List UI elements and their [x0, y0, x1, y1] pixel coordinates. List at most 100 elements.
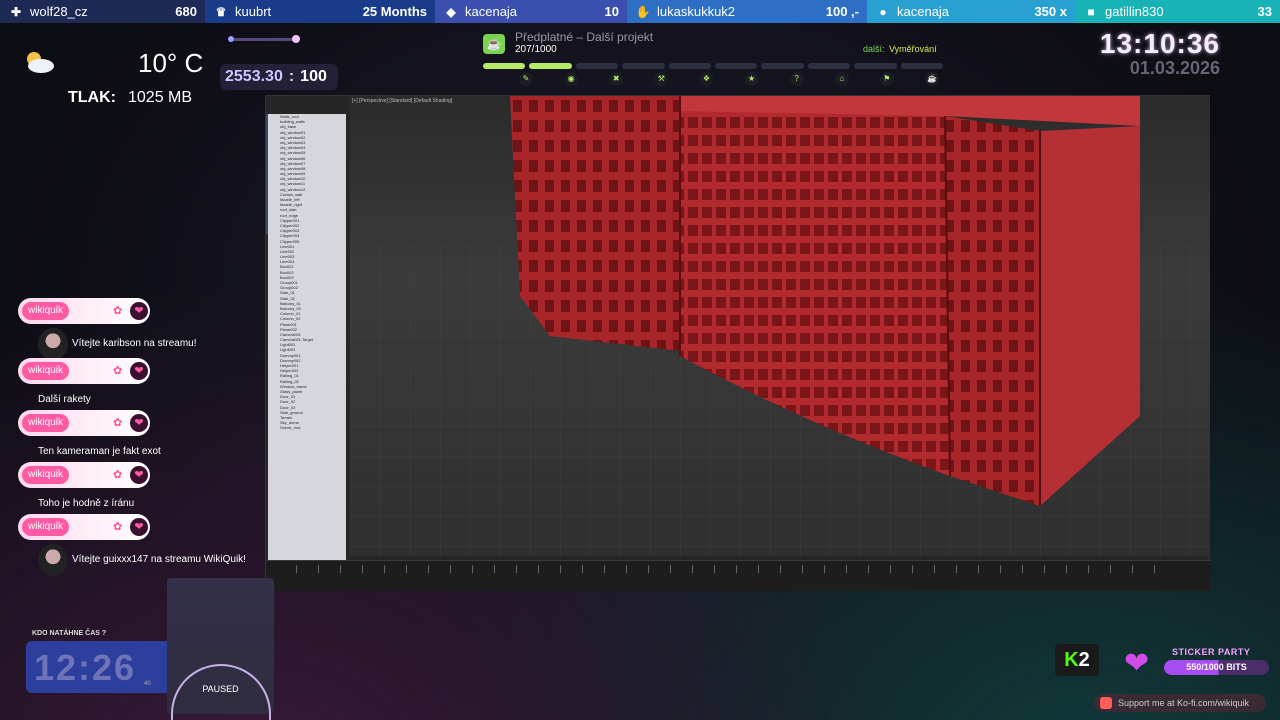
challenge-tag: 40 — [144, 681, 151, 687]
progress-segment — [807, 63, 851, 69]
kofi-text: Support me at Ko-fi.com/wikiquik — [1118, 698, 1250, 708]
project-title: Předplatné – Další projekt — [515, 30, 654, 44]
event-value: 680 — [175, 4, 197, 19]
weather-widget: 10° C TLAK: 1025 MB — [22, 46, 212, 116]
heart-icon: ❤ — [1124, 647, 1150, 680]
crown-icon: ♛ — [215, 4, 227, 19]
timeline-ticks — [296, 565, 1176, 573]
flag-icon: ⚑ — [879, 72, 894, 86]
progress-segment — [854, 63, 897, 69]
score-counter: 2553.30 : 100 — [220, 64, 338, 90]
add-user-icon: ✚ — [10, 4, 22, 19]
progress-segment — [483, 63, 526, 69]
coffee-cup-icon: ☕ — [483, 34, 505, 54]
paw-icon: ✿ — [113, 305, 123, 317]
paused-widget: PAUSED — [167, 578, 274, 720]
event-name: kacenaja — [897, 4, 950, 19]
event-value: 33 — [1257, 4, 1272, 19]
pressure-value: 1025 MB — [128, 89, 193, 106]
house-icon: ⌂ — [834, 72, 849, 86]
challenge-time: 12:26 — [34, 647, 137, 688]
chat-username: wikiquik — [22, 518, 70, 536]
clock-date: 01.03.2026 — [1129, 58, 1220, 78]
event-name: kuubrt — [235, 4, 272, 19]
chat-text: Vítejte karibson na streamu! — [72, 338, 197, 349]
progress-segment — [761, 63, 804, 69]
shield-icon: ★ — [744, 72, 759, 86]
chat-text: Toho je hodně z íránu — [38, 498, 135, 509]
pressure-label: TLAK: — [68, 89, 116, 106]
event-value: 10 — [604, 4, 619, 19]
kick-logo: K2 — [1055, 644, 1099, 676]
kick-two: 2 — [1078, 649, 1090, 671]
app-menu — [266, 96, 346, 108]
slider-handle — [292, 35, 300, 43]
chat-message: wikiquik ✿ ❤ Další rakety — [18, 358, 258, 410]
event-value: 25 Months — [362, 4, 427, 19]
event-donation: ✋ lukaskukkuk2 100 ,- — [627, 0, 867, 23]
event-subscriber: ♛ kuubrt 25 Months — [205, 0, 435, 23]
milestone-row: ✎ ◉ ✖ ⚒ ❖ ★ ? ⌂ ⚑ ☕ — [519, 72, 939, 86]
event-name: wolf28_cz — [30, 4, 88, 19]
chat-message: wikiquik ✿ ❤ Vítejte karibson na streamu! — [18, 298, 258, 360]
progress-segment — [622, 63, 665, 69]
chat-user-badge: wikiquik ✿ ❤ — [18, 514, 150, 540]
counter-current: 2553.30 — [225, 68, 283, 85]
coins-icon: ● — [879, 4, 887, 19]
chat-username: wikiquik — [22, 362, 70, 380]
event-raid: ■ gatillin830 33 — [1075, 0, 1280, 23]
question-icon: ? — [789, 72, 804, 86]
event-name: gatillin830 — [1105, 4, 1164, 19]
chat-username: wikiquik — [22, 414, 70, 432]
paw-icon: ✿ — [113, 417, 123, 429]
sticker-party-goal: ❤ STICKER PARTY 550/1000 BITS — [1124, 645, 1274, 681]
chat-username: wikiquik — [22, 466, 70, 484]
top-event-bar: ✚ wolf28_cz 680 ♛ kuubrt 25 Months ◆ kac… — [0, 0, 1280, 23]
next-label: další: — [863, 44, 885, 54]
hand-coin-icon: ✋ — [635, 4, 651, 19]
paw-icon: ✿ — [113, 521, 123, 533]
wrench-icon: ❖ — [699, 72, 714, 86]
event-value: 100 ,- — [825, 4, 859, 19]
cup-icon: ☕ — [924, 72, 939, 86]
project-progress-widget: ☕ Předplatné – Další projekt 207/1000 da… — [483, 30, 944, 90]
slider-start — [228, 36, 234, 42]
chat-text: Ten kameraman je fakt exot — [38, 446, 161, 457]
chat-user-badge: wikiquik ✿ ❤ — [18, 462, 150, 488]
counter-separator: : — [288, 68, 295, 85]
event-follower: ✚ wolf28_cz 680 — [0, 0, 205, 23]
clock-widget: 13:10:36 01.03.2026 — [1070, 28, 1220, 79]
challenge-box: 12:26 40 — [26, 641, 176, 693]
modeling-app-window: Walls_root building_walls obj_base obj_wind… — [265, 95, 1211, 591]
paw-icon: ✿ — [113, 469, 123, 481]
kofi-banner[interactable]: Support me at Ko-fi.com/wikiquik — [1094, 694, 1266, 712]
heart-icon: ❤ — [130, 302, 148, 320]
building-model — [350, 96, 1210, 556]
chat-user-badge: wikiquik ✿ ❤ — [18, 358, 150, 384]
progress-segment — [900, 63, 944, 69]
progress-segment — [529, 63, 572, 69]
3d-viewport[interactable]: [+] [Perspective] [Standard] [Default Sh… — [350, 96, 1210, 556]
slider-track — [230, 38, 298, 41]
next-value: Vyměřování — [889, 44, 937, 54]
event-value: 350 x — [1034, 4, 1067, 19]
heart-icon: ❤ — [130, 518, 148, 536]
challenge-label: KDO NATÁHNE ČAS ? — [32, 630, 107, 637]
partly-cloudy-icon — [27, 52, 54, 73]
chat-message: wikiquik ✿ ❤ Vítejte guixxx147 na streamu W… — [18, 514, 258, 576]
target-icon: ◉ — [564, 72, 579, 86]
progress-segment — [575, 63, 619, 69]
chat-message: wikiquik ✿ ❤ Ten kameraman je fakt exot — [18, 410, 258, 462]
avatar — [38, 328, 68, 360]
animation-timeline[interactable] — [266, 560, 1211, 591]
diamond-icon: ◆ — [446, 4, 456, 19]
event-diamond: ◆ kacenaja 10 — [435, 0, 627, 23]
heart-icon: ❤ — [130, 414, 148, 432]
kick-k: K — [1064, 649, 1079, 671]
scene-explorer[interactable]: Walls_root building_walls obj_base obj_wind… — [268, 114, 346, 560]
sticker-progress: 550/1000 BITS — [1164, 660, 1269, 675]
clock-time: 13:10:36 — [1099, 28, 1220, 59]
paused-label: PAUSED — [202, 684, 239, 694]
project-count: 207/1000 — [515, 44, 557, 55]
scene-tree-item[interactable]: Scene_root — [268, 425, 346, 430]
